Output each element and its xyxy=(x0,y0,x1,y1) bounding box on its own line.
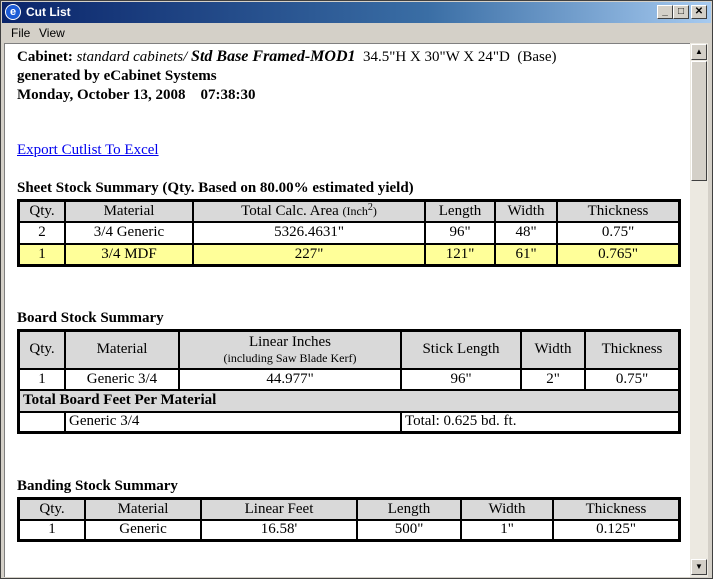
report-header: Cabinet: standard cabinets/ Std Base Fra… xyxy=(17,47,556,105)
board-stock-title: Board Stock Summary xyxy=(17,310,164,326)
board-stock-table: Qty. Material Linear Inches (including S… xyxy=(17,329,681,434)
col-total-area: Total Calc. Area (Inch2) xyxy=(192,199,426,223)
cabinet-name: Std Base Framed-MOD1 xyxy=(191,48,356,65)
col-linear-feet: Linear Feet xyxy=(200,497,358,521)
board-feet-header-row: Total Board Feet Per Material xyxy=(17,388,681,413)
table-row: 1 Generic 16.58' 500" 1" 0.125" xyxy=(17,518,681,542)
col-thickness: Thickness xyxy=(552,497,681,521)
report-time: 07:38:30 xyxy=(200,87,256,103)
cabinet-line: Cabinet: standard cabinets/ Std Base Fra… xyxy=(17,47,556,67)
col-width: Width xyxy=(520,329,586,370)
cut-list-window: e Cut List _ □ ✕ File View Cabinet: stan… xyxy=(0,0,713,579)
scroll-down-arrow-icon[interactable]: ▼ xyxy=(691,559,707,575)
menu-bar: File View xyxy=(2,23,711,42)
generated-by: generated by eCabinet Systems xyxy=(17,68,217,84)
table-row: 2 3/4 Generic 5326.4631" 96" 48" 0.75" xyxy=(17,220,681,245)
col-qty: Qty. xyxy=(17,199,66,223)
export-to-excel-link[interactable]: Export Cutlist To Excel xyxy=(17,142,159,159)
cutlist-content: Cabinet: standard cabinets/ Std Base Fra… xyxy=(4,43,690,577)
banding-stock-title: Banding Stock Summary xyxy=(17,478,178,494)
col-material: Material xyxy=(64,329,180,370)
col-thickness: Thickness xyxy=(556,199,681,223)
menu-file[interactable]: File xyxy=(11,26,30,40)
close-button[interactable]: ✕ xyxy=(691,5,707,19)
banding-stock-table: Qty. Material Linear Feet Length Width T… xyxy=(17,497,681,542)
cabinet-label: Cabinet: xyxy=(17,49,73,65)
col-qty: Qty. xyxy=(17,497,86,521)
scroll-up-arrow-icon[interactable]: ▲ xyxy=(691,44,707,60)
maximize-button[interactable]: □ xyxy=(673,5,689,19)
table-header-row: Qty. Material Linear Feet Length Width T… xyxy=(17,497,681,521)
scroll-thumb[interactable] xyxy=(691,61,707,181)
sheet-stock-title: Sheet Stock Summary (Qty. Based on 80.00… xyxy=(17,180,414,196)
table-row-highlighted: 1 3/4 MDF 227" 121" 61" 0.765" xyxy=(17,242,681,267)
table-row: 1 Generic 3/4 44.977" 96" 2" 0.75" xyxy=(17,367,681,391)
vertical-scrollbar[interactable]: ▲ ▼ xyxy=(690,43,708,577)
col-linear-inches: Linear Inches (including Saw Blade Kerf) xyxy=(178,329,402,370)
table-header-row: Qty. Material Total Calc. Area (Inch2) L… xyxy=(17,199,681,223)
col-stick-length: Stick Length xyxy=(400,329,522,370)
table-row: Generic 3/4 Total: 0.625 bd. ft. xyxy=(17,410,681,434)
table-header-row: Qty. Material Linear Inches (including S… xyxy=(17,329,681,370)
board-feet-title: Total Board Feet Per Material xyxy=(17,388,681,413)
report-date: Monday, October 13, 2008 xyxy=(17,87,186,103)
sheet-stock-table: Qty. Material Total Calc. Area (Inch2) L… xyxy=(17,199,681,267)
col-thickness: Thickness xyxy=(584,329,681,370)
col-material: Material xyxy=(64,199,194,223)
col-length: Length xyxy=(424,199,496,223)
col-length: Length xyxy=(356,497,462,521)
minimize-button[interactable]: _ xyxy=(657,5,673,19)
cabinet-path: standard cabinets/ xyxy=(76,49,188,65)
window-title: Cut List xyxy=(26,5,71,19)
cabinet-dimensions: 34.5"H X 30"W X 24"D (Base) xyxy=(363,49,557,65)
col-material: Material xyxy=(84,497,202,521)
menu-view[interactable]: View xyxy=(39,26,65,40)
col-width: Width xyxy=(494,199,558,223)
col-qty: Qty. xyxy=(17,329,66,370)
app-e-icon: e xyxy=(5,4,21,20)
title-bar[interactable]: e Cut List _ □ ✕ xyxy=(2,2,711,23)
col-width: Width xyxy=(460,497,554,521)
